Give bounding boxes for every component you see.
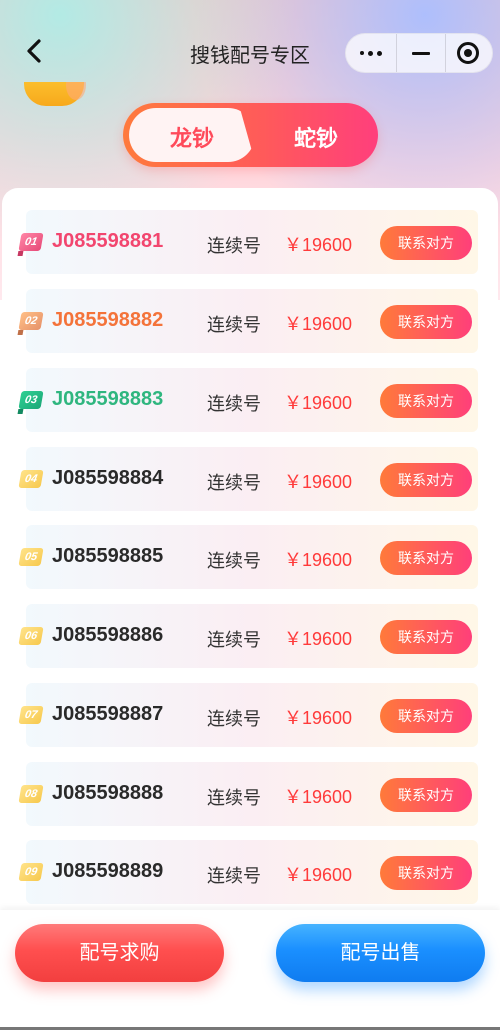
tab-snake-note[interactable]: 蛇钞 bbox=[294, 121, 338, 153]
contact-button[interactable]: 联系对方 bbox=[380, 778, 472, 812]
price: ￥19600 bbox=[284, 235, 353, 255]
number-list-card: 01 J085598881 连续号 ￥19600 联系对方 02 J085598… bbox=[2, 188, 498, 928]
contact-button[interactable]: 联系对方 bbox=[380, 226, 472, 260]
price: ￥19600 bbox=[284, 787, 353, 807]
price: ￥19600 bbox=[284, 865, 353, 885]
price: ￥19600 bbox=[284, 472, 353, 492]
rank-badge: 05 bbox=[18, 548, 44, 566]
contact-button[interactable]: 联系对方 bbox=[380, 305, 472, 339]
serial-number: J085598889 bbox=[52, 860, 164, 882]
contact-button[interactable]: 联系对方 bbox=[380, 541, 472, 575]
list-item: 02 J085598882 连续号 ￥19600 联系对方 bbox=[18, 289, 478, 353]
list-item: 04 J085598884 连续号 ￥19600 联系对方 bbox=[18, 447, 478, 511]
rank-badge: 06 bbox=[18, 627, 44, 645]
navigation-bar: 搜钱配号专区 bbox=[0, 0, 500, 80]
rank-badge: 09 bbox=[18, 863, 44, 881]
minimize-button[interactable] bbox=[396, 34, 446, 72]
buy-request-button[interactable]: 配号求购 bbox=[15, 924, 224, 982]
list-item: 09 J085598889 连续号 ￥19600 联系对方 bbox=[18, 840, 478, 904]
serial-number: J085598881 bbox=[52, 230, 164, 252]
number-type: 连续号 bbox=[207, 236, 261, 256]
serial-number: J085598882 bbox=[52, 309, 164, 331]
serial-number: J085598887 bbox=[52, 703, 164, 725]
contact-button[interactable]: 联系对方 bbox=[380, 699, 472, 733]
category-switch bbox=[123, 103, 378, 167]
list-item: 06 J085598886 连续号 ￥19600 联系对方 bbox=[18, 604, 478, 668]
contact-button[interactable]: 联系对方 bbox=[380, 856, 472, 890]
list-item: 08 J085598888 连续号 ￥19600 联系对方 bbox=[18, 762, 478, 826]
serial-number: J085598888 bbox=[52, 782, 164, 804]
contact-button[interactable]: 联系对方 bbox=[380, 384, 472, 418]
crown-icon bbox=[18, 82, 88, 112]
target-circle-icon bbox=[457, 42, 479, 64]
contact-button[interactable]: 联系对方 bbox=[380, 463, 472, 497]
price: ￥19600 bbox=[284, 708, 353, 728]
price: ￥19600 bbox=[284, 629, 353, 649]
rank-badge: 02 bbox=[18, 312, 44, 330]
close-button[interactable] bbox=[444, 34, 492, 72]
contact-button[interactable]: 联系对方 bbox=[380, 620, 472, 654]
serial-number: J085598883 bbox=[52, 388, 164, 410]
number-type: 连续号 bbox=[207, 551, 261, 571]
number-type: 连续号 bbox=[207, 394, 261, 414]
number-type: 连续号 bbox=[207, 315, 261, 335]
tab-dragon-note[interactable]: 龙钞 bbox=[170, 121, 214, 153]
price: ￥19600 bbox=[284, 550, 353, 570]
more-button[interactable] bbox=[348, 34, 396, 72]
serial-number: J085598886 bbox=[52, 624, 164, 646]
number-type: 连续号 bbox=[207, 866, 261, 886]
list-item: 01 J085598881 连续号 ￥19600 联系对方 bbox=[18, 210, 478, 274]
list-item: 05 J085598885 连续号 ￥19600 联系对方 bbox=[18, 525, 478, 589]
number-type: 连续号 bbox=[207, 473, 261, 493]
number-type: 连续号 bbox=[207, 788, 261, 808]
number-type: 连续号 bbox=[207, 630, 261, 650]
mini-program-capsule bbox=[345, 33, 493, 73]
minus-icon bbox=[412, 52, 430, 55]
rank-badge: 07 bbox=[18, 706, 44, 724]
price: ￥19600 bbox=[284, 314, 353, 334]
serial-number: J085598884 bbox=[52, 467, 164, 489]
rank-badge: 08 bbox=[18, 785, 44, 803]
list-item: 03 J085598883 连续号 ￥19600 联系对方 bbox=[18, 368, 478, 432]
list-item: 07 J085598887 连续号 ￥19600 联系对方 bbox=[18, 683, 478, 747]
number-type: 连续号 bbox=[207, 709, 261, 729]
sell-button[interactable]: 配号出售 bbox=[276, 924, 485, 982]
rank-badge: 01 bbox=[18, 233, 44, 251]
price: ￥19600 bbox=[284, 393, 353, 413]
rank-badge: 04 bbox=[18, 470, 44, 488]
rank-badge: 03 bbox=[18, 391, 44, 409]
serial-number: J085598885 bbox=[52, 545, 164, 567]
